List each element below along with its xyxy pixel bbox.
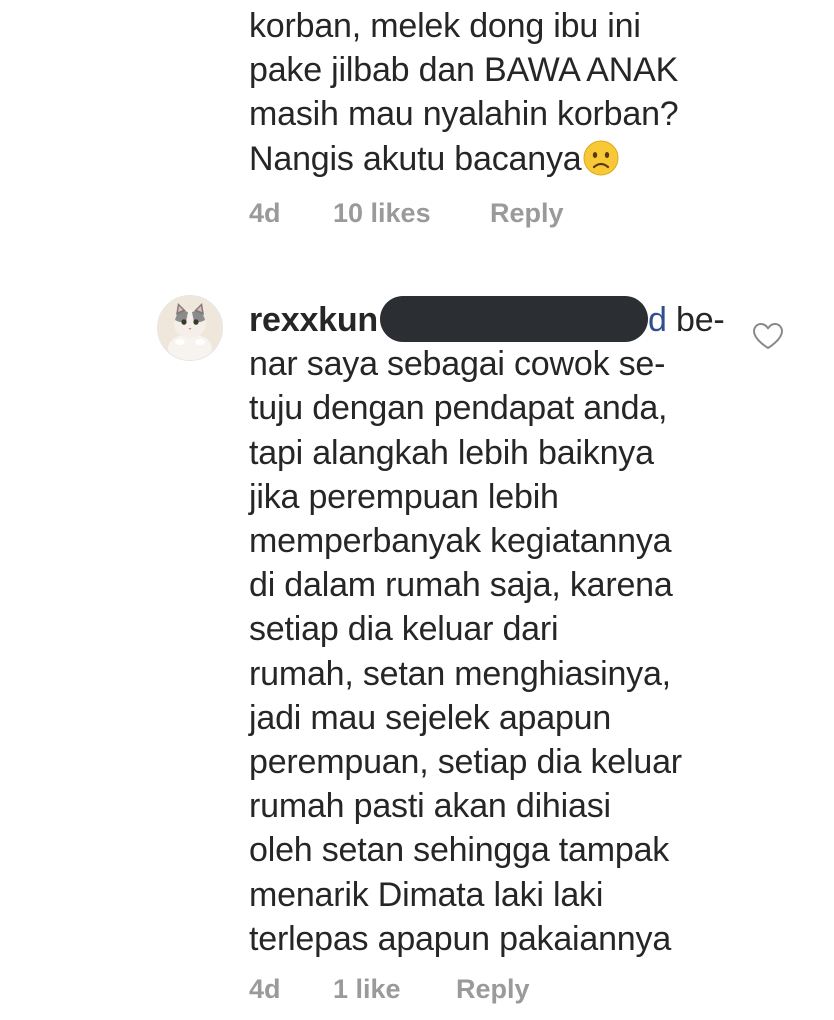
comment-2: rexxkun d be- nar saya sebagai cowok se- … (249, 296, 729, 961)
comment-2-line: jadi mau sejelek apapun (249, 698, 612, 737)
comment-2-line: oleh setan sehingga tampak (249, 831, 670, 870)
comment-2-line: rumah, setan menghiasinya, (249, 654, 671, 693)
comment-1-line-text: Nangis akutu bacanya (249, 139, 582, 178)
comment-2-first-line-rest: be- (666, 301, 725, 339)
comment-1-text: korban, melek dong ibu ini pake jilbab d… (249, 4, 679, 181)
comment-1-line: pake jilbab dan BAWA ANAK (249, 51, 679, 90)
comment-2-line: rumah pasti akan dihiasi (249, 787, 611, 826)
cat-avatar-icon (158, 296, 222, 360)
comment-1-reply-button[interactable]: Reply (490, 198, 564, 229)
comment-2-line: tapi alangkah lebih baiknya (249, 433, 654, 472)
comment-2-first-line: rexxkun d be- (249, 296, 729, 342)
mention-tail[interactable]: d (648, 301, 667, 339)
comment-2-line: menarik Dimata laki laki (249, 875, 604, 914)
comment-1-likes-link[interactable]: 10 likes (333, 198, 431, 229)
comment-1-timestamp: 4d (249, 198, 281, 228)
comment-username[interactable]: rexxkun (249, 301, 378, 339)
comment-2-timestamp: 4d (249, 974, 281, 1004)
comment-2-likes-link[interactable]: 1 like (333, 974, 401, 1005)
comment-2-line: jika perempuan lebih (249, 477, 559, 516)
comment-2-line: setiap dia keluar dari (249, 610, 559, 649)
comment-1-line: korban, melek dong ibu ini (249, 7, 641, 45)
heart-outline-icon[interactable] (752, 322, 784, 350)
comment-2-reply-button[interactable]: Reply (456, 974, 530, 1005)
redaction-block (380, 296, 649, 342)
sad-face-emoji-icon (583, 140, 619, 176)
comment-1-line: masih mau nyalahin korban? (249, 95, 679, 134)
comment-2-line: perempuan, setiap dia keluar (249, 743, 682, 782)
comment-2-line: terlepas apapun pakaiannya (249, 919, 672, 958)
comment-2-line: memperbanyak kegiatannya (249, 522, 672, 561)
comment-2-line: tuju dengan pendapat anda, (249, 389, 668, 428)
comment-2-line: nar saya sebagai cowok se- (249, 345, 666, 384)
comment-2-line: di dalam rumah saja, karena (249, 566, 673, 605)
comment-1-last-line: Nangis akutu bacanya (249, 137, 679, 181)
avatar[interactable] (157, 295, 223, 361)
